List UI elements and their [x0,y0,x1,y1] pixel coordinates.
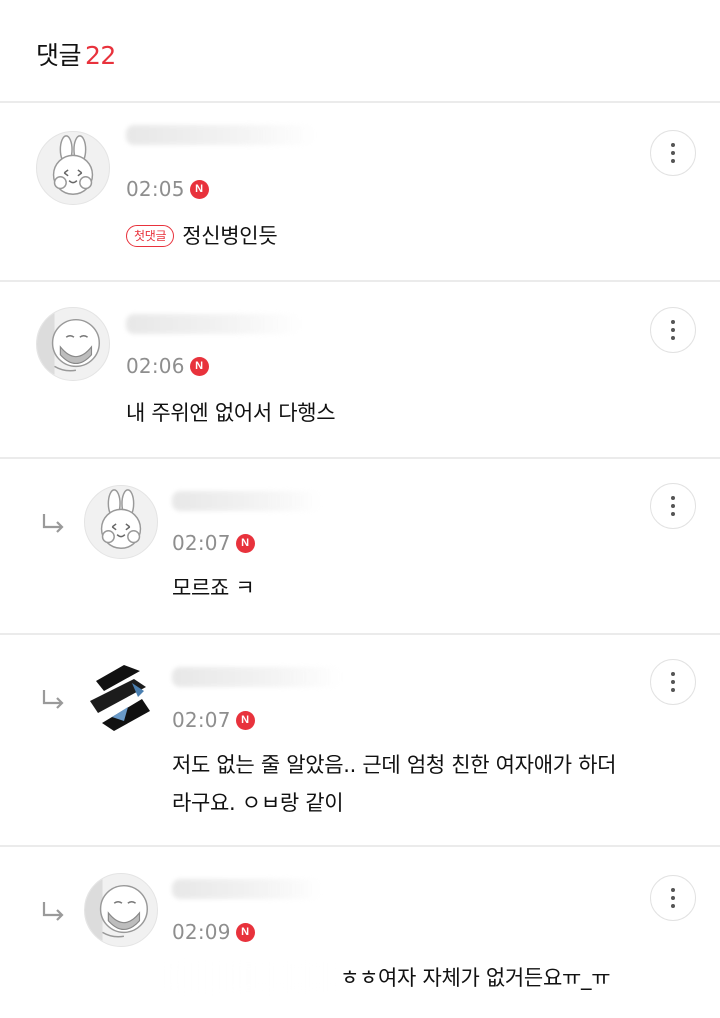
reply-item: 02:09 N ㅎㅎ여자 자체가 없거든요ㅠ_ㅠ [0,847,720,1018]
new-badge-icon: N [235,533,255,553]
page-title: 댓글 22 [36,36,116,72]
face-mask-avatar-icon[interactable] [84,873,158,947]
more-dot [671,159,675,163]
reply-item: 02:07 N 모르죠 ㅋ [0,459,720,633]
more-options-button[interactable] [650,875,696,921]
more-dot [671,512,675,516]
comment-item: 02:06 N 내 주위엔 없어서 다행스 [0,282,720,457]
more-vertical-icon [671,672,675,676]
comment-time: 02:07 [172,708,231,732]
abstract-avatar-icon[interactable] [84,661,158,735]
more-options-button[interactable] [650,130,696,176]
more-dot [671,151,675,155]
comment-time: 02:07 [172,531,231,555]
comments-header: 댓글 22 [0,0,720,102]
face-mask-avatar-icon[interactable] [36,307,110,381]
comment-meta: 02:07 N [172,708,255,732]
reply-arrow-icon [40,687,68,715]
reply-arrow-icon [40,511,68,539]
more-options-button[interactable] [650,483,696,529]
reply-arrow-icon [40,899,68,927]
comment-body: 정신병인듯 [182,224,278,248]
redacted-text-mask [160,963,340,991]
more-dot [671,504,675,508]
comment-body-line: 라구요. ㅇㅂ랑 같이 [172,791,344,815]
new-badge-icon: N [189,356,209,376]
comment-body: 내 주위엔 없어서 다행스 [126,401,336,425]
new-badge-icon: N [235,710,255,730]
more-dot [671,904,675,908]
author-name-redacted[interactable] [126,125,316,145]
more-vertical-icon [671,320,675,324]
more-options-button[interactable] [650,307,696,353]
more-dot [671,896,675,900]
author-name-redacted[interactable] [172,667,342,687]
comment-item: 02:05 N 첫댓글 정신병인듯 [0,103,720,280]
bunny-avatar-icon[interactable] [84,485,158,559]
header-title-label: 댓글 [36,41,82,70]
comment-body: 모르죠 ㅋ [172,576,255,600]
author-name-redacted[interactable] [126,314,301,334]
more-vertical-icon [671,496,675,500]
comment-body-line: 저도 없는 줄 알았음.. 근데 엄청 친한 여자애가 하더 [172,753,617,777]
comment-meta: 02:07 N [172,531,255,555]
new-badge-icon: N [235,922,255,942]
more-dot [671,328,675,332]
comment-count: 22 [85,41,116,70]
comment-meta: 02:05 N [126,177,209,201]
first-comment-badge: 첫댓글 [126,225,175,247]
more-vertical-icon [671,143,675,147]
reply-item: 02:07 N 저도 없는 줄 알았음.. 근데 엄청 친한 여자애가 하더 라… [0,635,720,845]
more-options-button[interactable] [650,659,696,705]
author-name-redacted[interactable] [172,879,322,899]
comment-meta: 02:09 N [172,920,255,944]
new-badge-icon: N [189,179,209,199]
comment-time: 02:06 [126,354,185,378]
more-dot [671,680,675,684]
bunny-avatar-icon[interactable] [36,131,110,205]
comment-meta: 02:06 N [126,354,209,378]
more-dot [671,688,675,692]
comment-body: ㅎㅎ여자 자체가 없거든요ㅠ_ㅠ [340,966,611,990]
more-vertical-icon [671,888,675,892]
comment-text: 첫댓글 정신병인듯 [126,217,278,255]
author-name-redacted[interactable] [172,491,322,511]
comment-time: 02:09 [172,920,231,944]
more-dot [671,336,675,340]
comment-body: 저도 없는 줄 알았음.. 근데 엄청 친한 여자애가 하더 라구요. ㅇㅂ랑 … [172,746,702,822]
comment-time: 02:05 [126,177,185,201]
